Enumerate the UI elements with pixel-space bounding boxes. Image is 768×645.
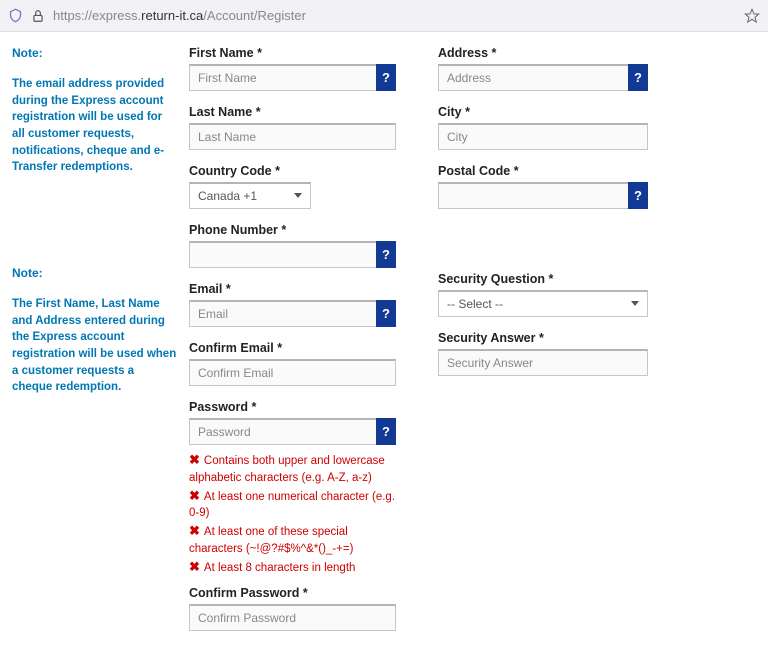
page-content: Note: The email address provided during … — [0, 32, 768, 645]
x-icon: ✖ — [189, 559, 200, 574]
last-name-input[interactable] — [189, 123, 396, 150]
label-first-name: First Name * — [189, 46, 396, 60]
label-address: Address * — [438, 46, 648, 60]
password-rules: ✖Contains both upper and lowercase alpha… — [189, 451, 396, 576]
postal-input[interactable] — [438, 182, 648, 209]
help-icon[interactable]: ? — [628, 64, 648, 91]
label-confirm-password: Confirm Password * — [189, 586, 396, 600]
help-icon[interactable]: ? — [376, 64, 396, 91]
help-icon[interactable]: ? — [376, 300, 396, 327]
label-password: Password * — [189, 400, 396, 414]
url-text[interactable]: https://express.return-it.ca/Account/Reg… — [53, 8, 736, 23]
country-code-select[interactable]: Canada +1 — [189, 182, 311, 209]
lock-icon — [31, 9, 45, 23]
note-text-1: The email address provided during the Ex… — [12, 76, 177, 176]
note-header-2: Note: — [12, 266, 177, 280]
x-icon: ✖ — [189, 488, 200, 503]
city-input[interactable] — [438, 123, 648, 150]
note-header-1: Note: — [12, 46, 177, 60]
x-icon: ✖ — [189, 452, 200, 467]
label-phone: Phone Number * — [189, 223, 396, 237]
confirm-email-input[interactable] — [189, 359, 396, 386]
address-bar: https://express.return-it.ca/Account/Reg… — [0, 0, 768, 32]
label-city: City * — [438, 105, 648, 119]
shield-icon — [8, 8, 23, 23]
bookmark-star-icon[interactable] — [744, 8, 760, 24]
security-question-select[interactable]: -- Select -- — [438, 290, 648, 317]
label-security-question: Security Question * — [438, 272, 648, 286]
password-rule: ✖At least 8 characters in length — [189, 558, 396, 577]
help-icon[interactable]: ? — [628, 182, 648, 209]
label-last-name: Last Name * — [189, 105, 396, 119]
sidebar-notes: Note: The email address provided during … — [12, 46, 177, 645]
label-postal: Postal Code * — [438, 164, 648, 178]
note-text-2: The First Name, Last Name and Address en… — [12, 296, 177, 396]
email-input[interactable] — [189, 300, 396, 327]
help-icon[interactable]: ? — [376, 241, 396, 268]
password-rule: ✖At least one numerical character (e.g. … — [189, 487, 396, 523]
security-answer-input[interactable] — [438, 349, 648, 376]
password-rule: ✖At least one of these special character… — [189, 522, 396, 558]
form-column-right: Address * ? City * Postal Code * ? — [438, 46, 648, 645]
password-rule: ✖Contains both upper and lowercase alpha… — [189, 451, 396, 487]
label-email: Email * — [189, 282, 396, 296]
label-country-code: Country Code * — [189, 164, 396, 178]
form-column-left: First Name * ? Last Name * Country Code … — [189, 46, 396, 645]
help-icon[interactable]: ? — [376, 418, 396, 445]
password-input[interactable] — [189, 418, 396, 445]
confirm-password-input[interactable] — [189, 604, 396, 631]
form-columns: First Name * ? Last Name * Country Code … — [189, 46, 756, 645]
address-input[interactable] — [438, 64, 648, 91]
first-name-input[interactable] — [189, 64, 396, 91]
phone-input[interactable] — [189, 241, 396, 268]
x-icon: ✖ — [189, 523, 200, 538]
label-confirm-email: Confirm Email * — [189, 341, 396, 355]
label-security-answer: Security Answer * — [438, 331, 648, 345]
